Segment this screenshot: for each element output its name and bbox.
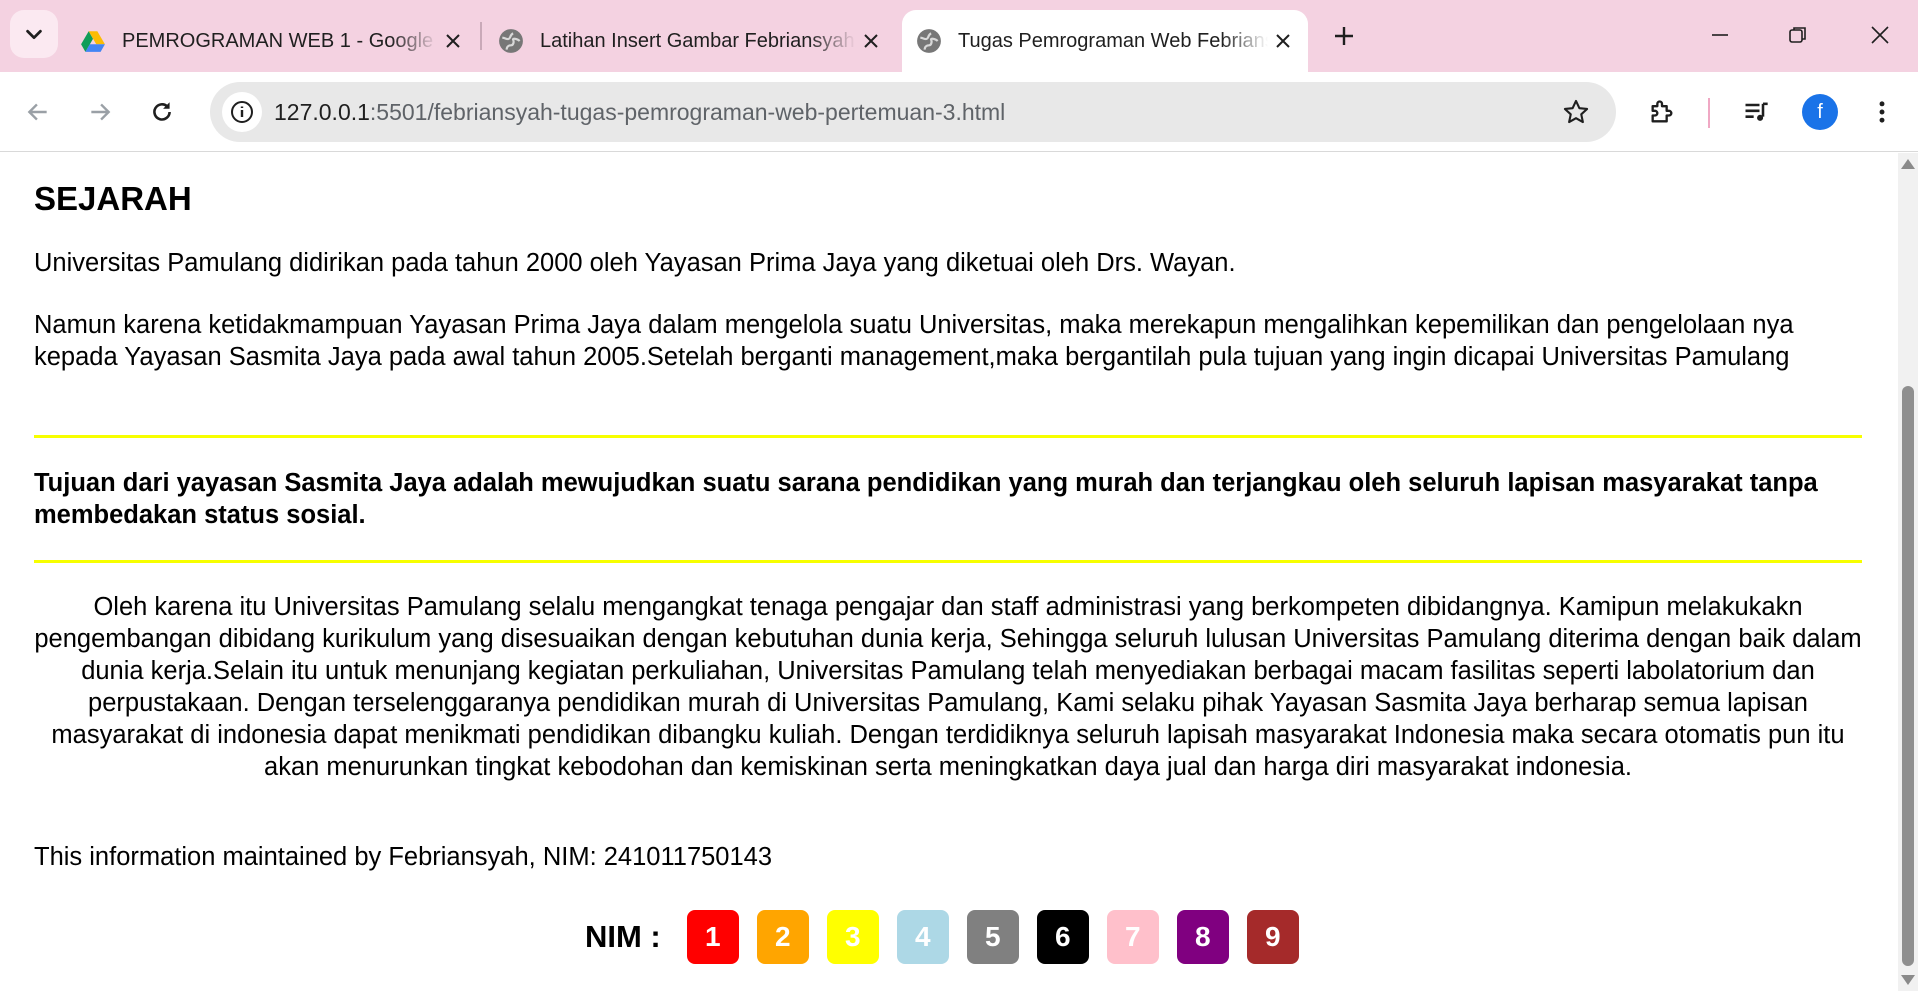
- scroll-down-arrow-icon[interactable]: [1901, 975, 1915, 985]
- minimize-button[interactable]: [1684, 10, 1756, 60]
- nim-label: NIM :: [585, 919, 661, 954]
- tab-strip: PEMROGRAMAN WEB 1 - Google Drive Latihan…: [0, 0, 1918, 72]
- paragraph-founding: Universitas Pamulang didirikan pada tahu…: [34, 249, 1236, 277]
- chevron-down-icon: [26, 29, 42, 40]
- nim-box: 6: [1036, 910, 1089, 964]
- media-control-button[interactable]: [1734, 90, 1778, 134]
- tab-separator: [480, 22, 482, 50]
- nim-box: 1: [686, 910, 739, 964]
- tab-google-drive[interactable]: PEMROGRAMAN WEB 1 - Google Drive: [66, 10, 478, 72]
- nim-box: 3: [826, 910, 879, 964]
- paragraph-goal: Tujuan dari yayasan Sasmita Jaya adalah …: [34, 469, 1818, 529]
- reload-icon: [153, 102, 171, 121]
- playlist-music-icon: [1745, 102, 1768, 121]
- tab-title: Latihan Insert Gambar Febriansyah: [540, 29, 855, 52]
- star-icon: [1563, 99, 1589, 124]
- close-tab-icon[interactable]: [1268, 26, 1298, 56]
- more-vertical-icon: [1879, 101, 1885, 123]
- nim-box: 4: [896, 910, 949, 964]
- scroll-up-arrow-icon[interactable]: [1901, 159, 1915, 169]
- close-icon: [1871, 26, 1889, 44]
- tab-latihan-insert-gambar[interactable]: Latihan Insert Gambar Febriansyah: [484, 10, 896, 72]
- paragraph-centered: Oleh karena itu Universitas Pamulang sel…: [34, 593, 1862, 781]
- url-host: 127.0.0.1: [274, 99, 370, 125]
- plus-icon: [1335, 27, 1353, 45]
- new-tab-button[interactable]: [1324, 16, 1364, 56]
- browser-toolbar: 127.0.0.1:5501/febriansyah-tugas-pemrogr…: [0, 72, 1918, 152]
- scrollbar-thumb[interactable]: [1902, 386, 1914, 966]
- nim-box: 5: [966, 910, 1019, 964]
- page-viewport: SEJARAH Universitas Pamulang didirikan p…: [0, 153, 1898, 991]
- tab-tugas-pemrograman-web[interactable]: Tugas Pemrograman Web Febriansyah: [902, 10, 1308, 72]
- page-heading: SEJARAH: [34, 180, 192, 217]
- close-tab-icon[interactable]: [856, 26, 886, 56]
- restore-button[interactable]: [1762, 10, 1834, 60]
- bookmark-button[interactable]: [1558, 94, 1594, 130]
- nim-digits-row: NIM : 1 2 3 4 5 6 7 8 9: [585, 910, 1317, 964]
- maintainer-info: This information maintained by Febriansy…: [34, 843, 773, 871]
- restore-icon: [1789, 27, 1806, 43]
- back-button[interactable]: [16, 90, 60, 134]
- tab-search-button[interactable]: [10, 10, 58, 58]
- url-text[interactable]: 127.0.0.1:5501/febriansyah-tugas-pemrogr…: [274, 82, 1005, 142]
- globe-icon: [917, 29, 941, 53]
- google-drive-icon: [81, 31, 105, 52]
- nim-box: 8: [1176, 910, 1229, 964]
- forward-arrow-icon: [91, 103, 111, 121]
- reload-button[interactable]: [140, 90, 184, 134]
- site-info-button[interactable]: [222, 92, 262, 132]
- globe-icon: [499, 29, 523, 53]
- horizontal-rule: [34, 560, 1862, 563]
- close-window-button[interactable]: [1844, 10, 1916, 60]
- vertical-scrollbar[interactable]: [1898, 153, 1918, 991]
- paragraph-ownership: Namun karena ketidakmampuan Yayasan Prim…: [34, 311, 1794, 371]
- puzzle-icon: [1651, 100, 1673, 123]
- horizontal-rule: [34, 435, 1862, 438]
- forward-button[interactable]: [78, 90, 122, 134]
- tab-title: PEMROGRAMAN WEB 1 - Google Drive: [122, 29, 438, 52]
- profile-avatar[interactable]: f: [1802, 94, 1838, 130]
- nim-box: 7: [1106, 910, 1159, 964]
- tab-title: Tugas Pemrograman Web Febriansyah: [958, 29, 1268, 52]
- minimize-icon: [1712, 34, 1728, 36]
- nim-box: 9: [1246, 910, 1299, 964]
- url-path: :5501/febriansyah-tugas-pemrograman-web-…: [369, 99, 1006, 125]
- back-arrow-icon: [27, 103, 47, 121]
- info-icon: [231, 101, 253, 123]
- nim-box: 2: [756, 910, 809, 964]
- address-bar[interactable]: 127.0.0.1:5501/febriansyah-tugas-pemrogr…: [210, 82, 1616, 142]
- toolbar-separator: [1708, 98, 1710, 128]
- close-tab-icon[interactable]: [438, 26, 468, 56]
- browser-menu-button[interactable]: [1860, 90, 1904, 134]
- extensions-button[interactable]: [1640, 90, 1684, 134]
